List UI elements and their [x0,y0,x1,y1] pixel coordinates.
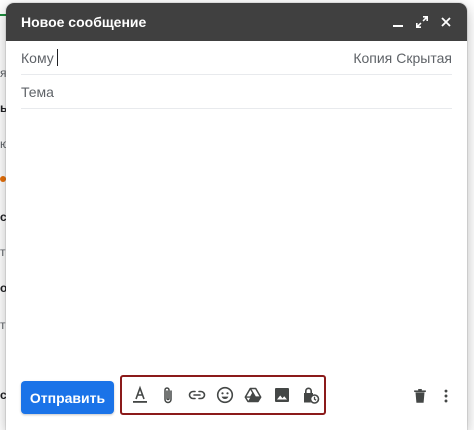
text-format-icon[interactable] [126,381,154,409]
minimize-icon[interactable] [387,11,409,33]
link-icon[interactable] [183,381,211,409]
emoji-icon[interactable] [211,381,239,409]
subject-placeholder: Тема [21,83,54,100]
to-label: Кому [21,49,54,66]
subject-field[interactable]: Тема [21,75,452,109]
text-cursor [56,49,58,66]
confidential-mode-icon[interactable] [296,381,324,409]
photo-icon[interactable] [267,381,295,409]
compose-header[interactable]: Новое сообщение [6,3,467,41]
close-icon[interactable] [435,11,457,33]
compose-title: Новое сообщение [21,14,147,30]
more-vert-icon[interactable] [432,382,460,410]
formatting-toolbar-highlight [120,375,326,415]
attach-icon[interactable] [154,381,182,409]
compose-toolbar: Отправить [6,374,467,430]
expand-icon[interactable] [411,11,433,33]
message-body[interactable] [21,111,452,370]
drive-icon[interactable] [239,381,267,409]
compose-window: Новое сообщение Кому Копия Скрытая Тема … [6,3,467,430]
cc-link[interactable]: Копия [353,50,392,66]
send-button[interactable]: Отправить [21,381,114,414]
to-field[interactable]: Кому Копия Скрытая [21,41,452,75]
bcc-link[interactable]: Скрытая [396,50,452,66]
trash-icon[interactable] [406,382,434,410]
